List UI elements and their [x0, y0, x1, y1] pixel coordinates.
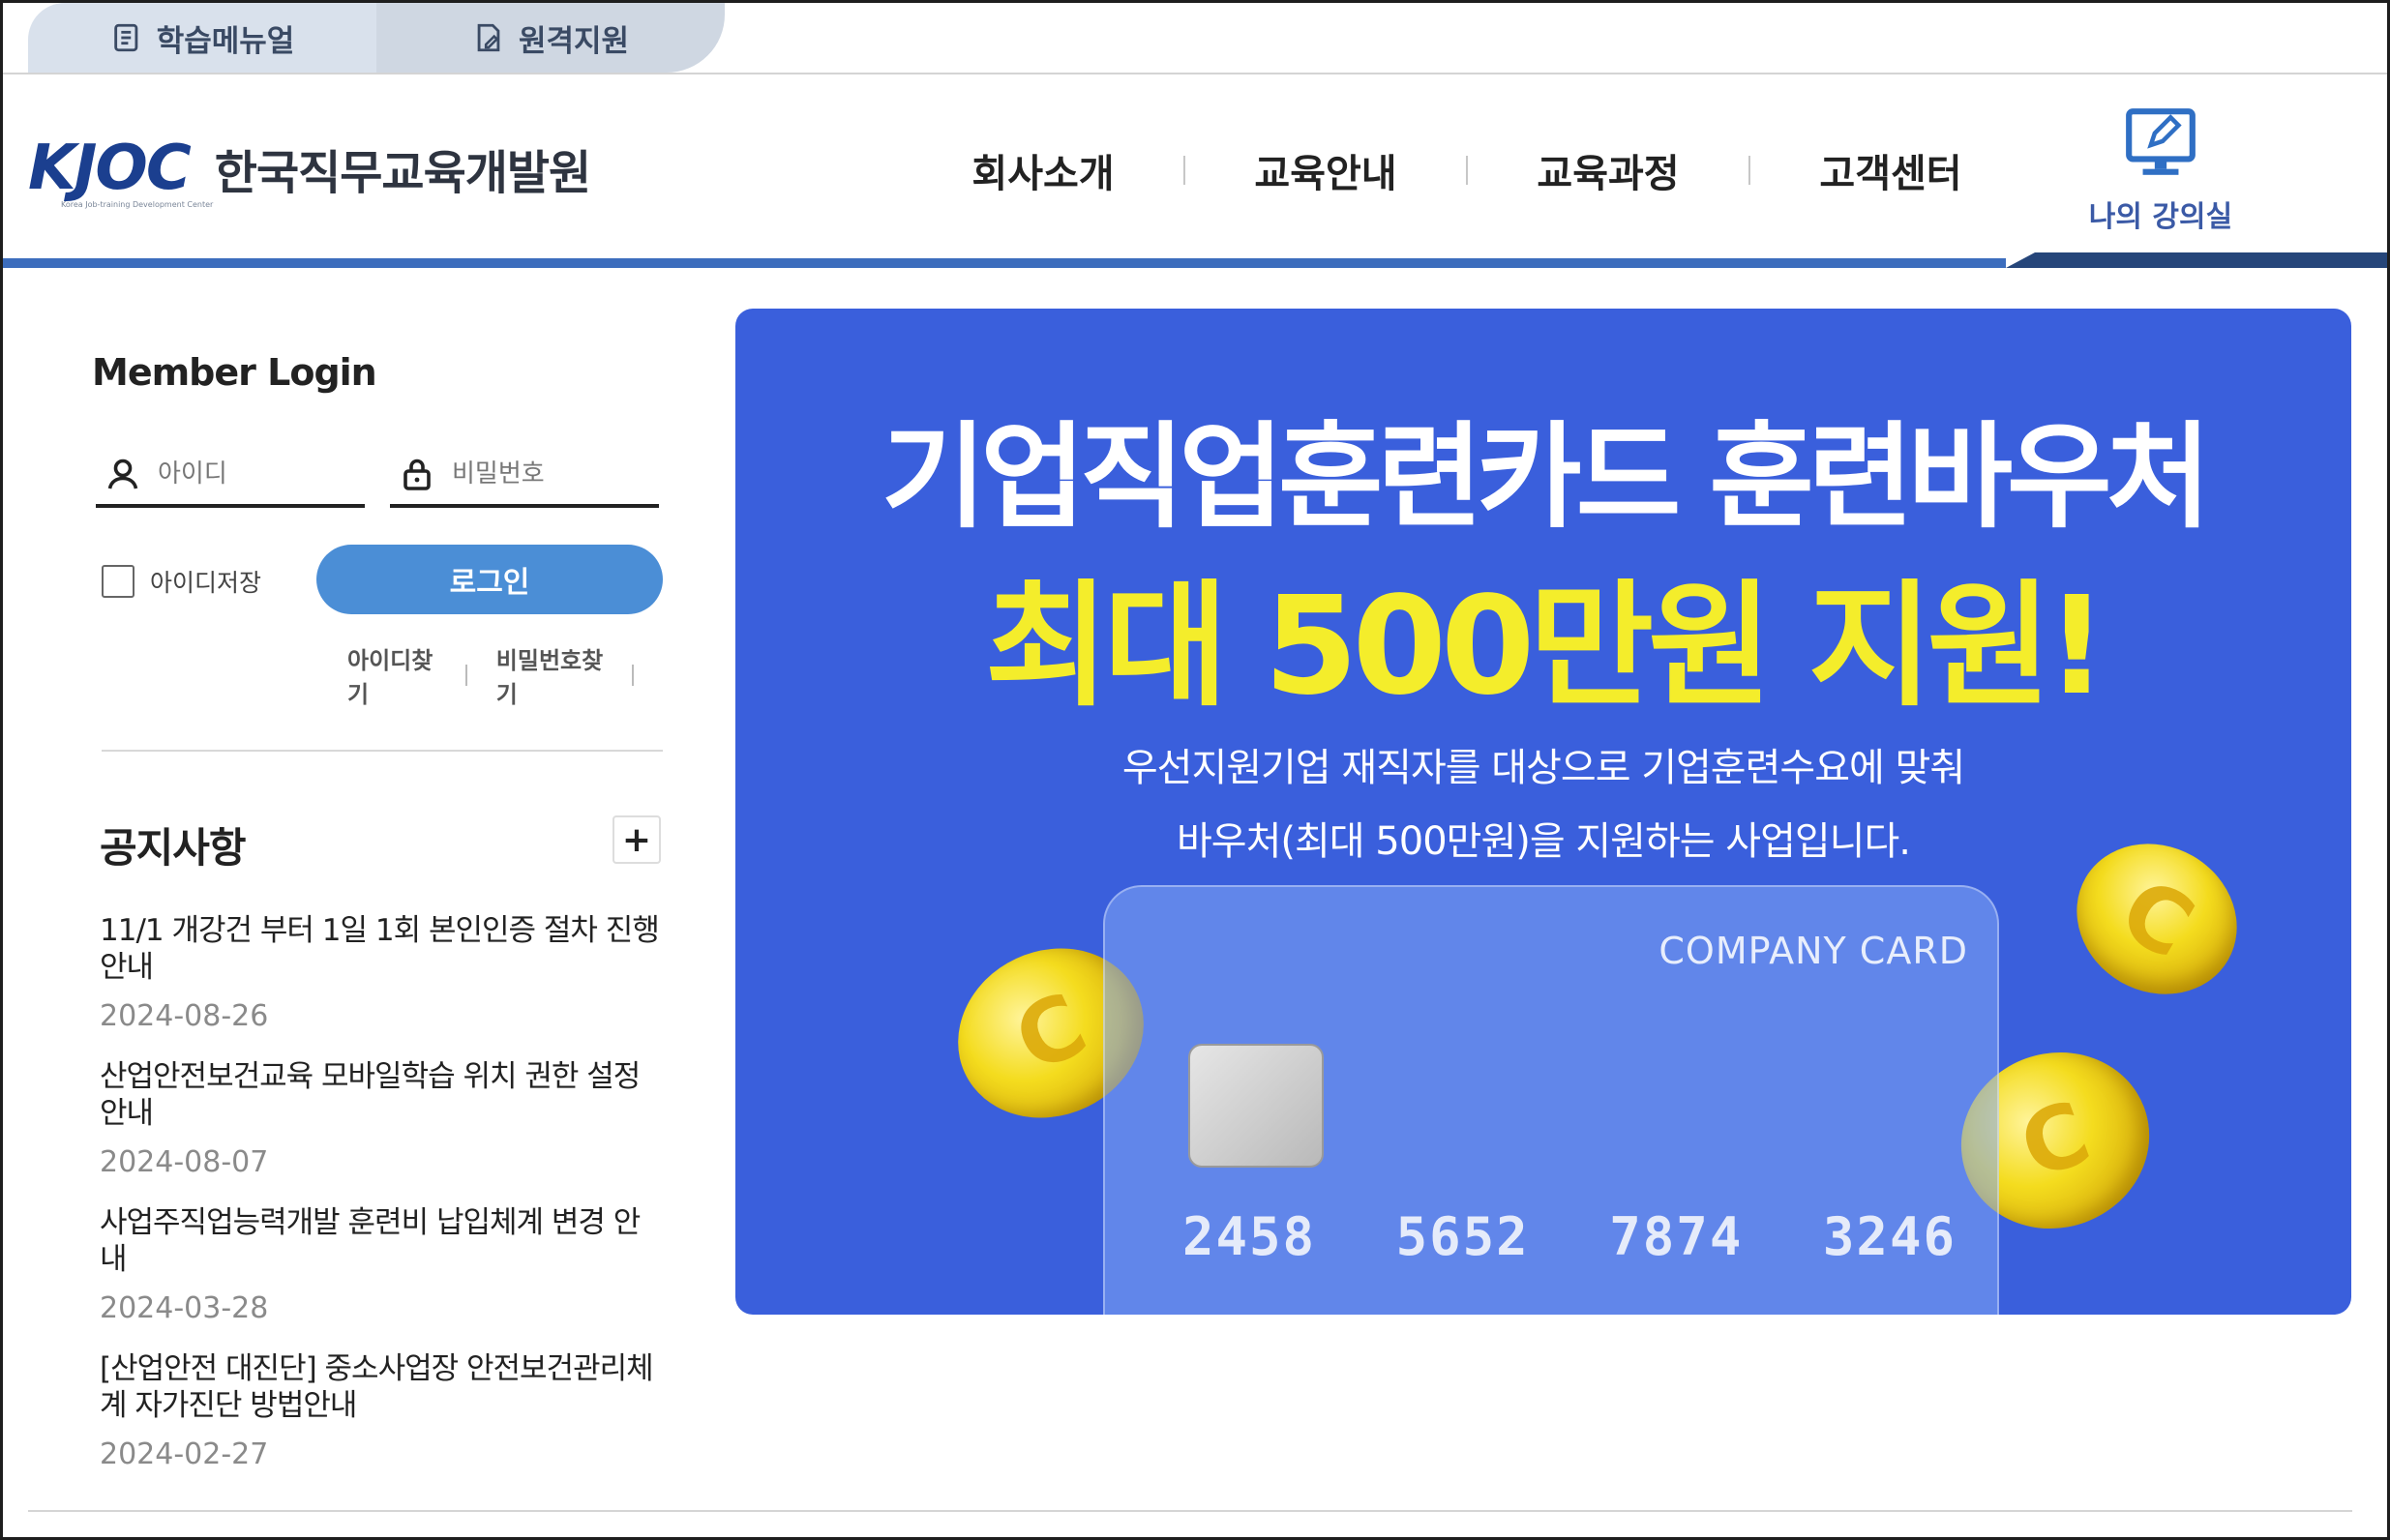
id-input[interactable]	[158, 459, 332, 489]
nav-item-education-info[interactable]: 교육안내	[1185, 142, 1466, 198]
logo-text: 한국직무교육개발원	[214, 146, 591, 200]
list-item[interactable]: 11/1 개강건 부터 1일 1회 본인인증 절차 진행안내 2024-08-2…	[100, 912, 661, 1033]
remember-id[interactable]: 아이디저장	[102, 564, 261, 599]
notice-list: 11/1 개강건 부터 1일 1회 본인인증 절차 진행안내 2024-08-2…	[100, 912, 661, 1496]
list-item[interactable]: [산업안전 대진단] 중소사업장 안전보건관리체계 자가진단 방법안내 2024…	[100, 1350, 661, 1471]
notice-item-title[interactable]: 11/1 개강건 부터 1일 1회 본인인증 절차 진행안내	[100, 912, 661, 986]
remember-id-label: 아이디저장	[150, 569, 262, 597]
nav-item-courses[interactable]: 교육과정	[1468, 142, 1748, 198]
remote-support-tab[interactable]: 원격지원	[376, 3, 725, 73]
document-icon	[113, 23, 138, 52]
lock-icon	[403, 459, 431, 490]
login-title: Member Login	[92, 351, 377, 394]
password-field[interactable]	[390, 444, 659, 508]
my-lecture-room-button[interactable]: 나의 강의실	[2078, 104, 2243, 235]
card-chip-icon	[1188, 1044, 1324, 1168]
section-divider	[102, 750, 663, 752]
password-input[interactable]	[452, 459, 626, 489]
card-number-group: 3246	[1822, 1206, 1957, 1267]
header-accent-line-dark	[2006, 252, 2387, 268]
notice-item-title[interactable]: 사업주직업능력개발 훈련비 납입체계 변경 안내	[100, 1204, 661, 1278]
notice-more-button[interactable]: +	[612, 815, 661, 864]
banner-subtitle: 최대 500만원 지원!	[984, 568, 2107, 726]
card-number-group: 7874	[1609, 1206, 1744, 1267]
list-item[interactable]: 사업주직업능력개발 훈련비 납입체계 변경 안내 2024-03-28	[100, 1204, 661, 1325]
card-number-group: 2458	[1182, 1206, 1317, 1267]
nav-item-company[interactable]: 회사소개	[903, 142, 1183, 198]
notice-item-title[interactable]: [산업안전 대진단] 중소사업장 안전보건관리체계 자가진단 방법안내	[100, 1350, 661, 1424]
nav-item-customer-center[interactable]: 고객센터	[1750, 142, 2031, 198]
logo-subtitle: Korea Job-training Development Center	[61, 200, 214, 209]
card-number-group: 5652	[1395, 1206, 1530, 1267]
main-nav: 회사소개 교육안내 교육과정 고객센터	[903, 142, 2031, 198]
notice-item-date: 2024-08-26	[100, 999, 269, 1033]
page-frame: 학습메뉴얼 원격지원 KJOC Korea Job-training Devel…	[0, 0, 2390, 1540]
id-field[interactable]	[96, 444, 365, 508]
header-accent-line	[3, 258, 2006, 268]
site-logo[interactable]: KJOC Korea Job-training Development Cent…	[28, 133, 591, 209]
notice-title: 공지사항	[100, 824, 247, 872]
find-id-link[interactable]: 아이디찾기	[347, 641, 436, 709]
notice-item-date: 2024-03-28	[100, 1291, 269, 1325]
promo-banner[interactable]: 기업직업훈련카드 훈련바우처 최대 500만원 지원! 우선지원기업 재직자를 …	[735, 309, 2351, 1315]
logo-mark: KJOC	[28, 133, 192, 204]
banner-title: 기업직업훈련카드 훈련바우처	[881, 410, 2211, 544]
banner-description-line1: 우선지원기업 재직자를 대상으로 기업훈련수요에 맞춰	[1121, 746, 1965, 790]
card-number: 2458 5652 7874 3246	[1182, 1206, 1957, 1267]
manual-tab[interactable]: 학습메뉴얼	[28, 3, 376, 73]
notice-item-date: 2024-02-27	[100, 1437, 269, 1471]
notice-section: 공지사항 + 11/1 개강건 부터 1일 1회 본인인증 절차 진행안내 20…	[100, 815, 663, 1471]
company-card-graphic: COMPANY CARD 2458 5652 7874 3246	[1103, 885, 1999, 1315]
utility-bar: 학습메뉴얼 원격지원	[3, 3, 2387, 74]
link-separator	[465, 665, 467, 686]
utility-tabs: 학습메뉴얼 원격지원	[28, 3, 725, 73]
footer-divider	[28, 1510, 2352, 1512]
list-item[interactable]: 산업안전보건교육 모바일학습 위치 권한 설정 안내 2024-08-07	[100, 1058, 661, 1179]
login-button[interactable]: 로그인	[316, 545, 663, 614]
remote-support-tab-label: 원격지원	[518, 23, 630, 59]
card-label: COMPANY CARD	[1658, 930, 1968, 972]
my-lecture-room-label: 나의 강의실	[2088, 200, 2233, 234]
member-login-panel: Member Login 아이디저장 로그인 아이디찾기 비밀번호찾기	[92, 351, 663, 752]
find-password-link[interactable]: 비밀번호찾기	[496, 641, 604, 709]
link-separator	[632, 665, 635, 686]
site-header: KJOC Korea Job-training Development Cent…	[3, 74, 2387, 268]
notice-item-date: 2024-08-07	[100, 1145, 269, 1179]
user-icon	[107, 459, 138, 489]
remember-id-checkbox[interactable]	[102, 565, 134, 598]
manual-tab-label: 학습메뉴얼	[156, 23, 295, 59]
monitor-edit-icon	[2126, 108, 2196, 175]
notice-item-title[interactable]: 산업안전보건교육 모바일학습 위치 권한 설정 안내	[100, 1058, 661, 1132]
remote-support-icon	[477, 23, 500, 52]
find-links: 아이디찾기 비밀번호찾기	[347, 641, 663, 709]
login-inputs	[96, 444, 659, 508]
